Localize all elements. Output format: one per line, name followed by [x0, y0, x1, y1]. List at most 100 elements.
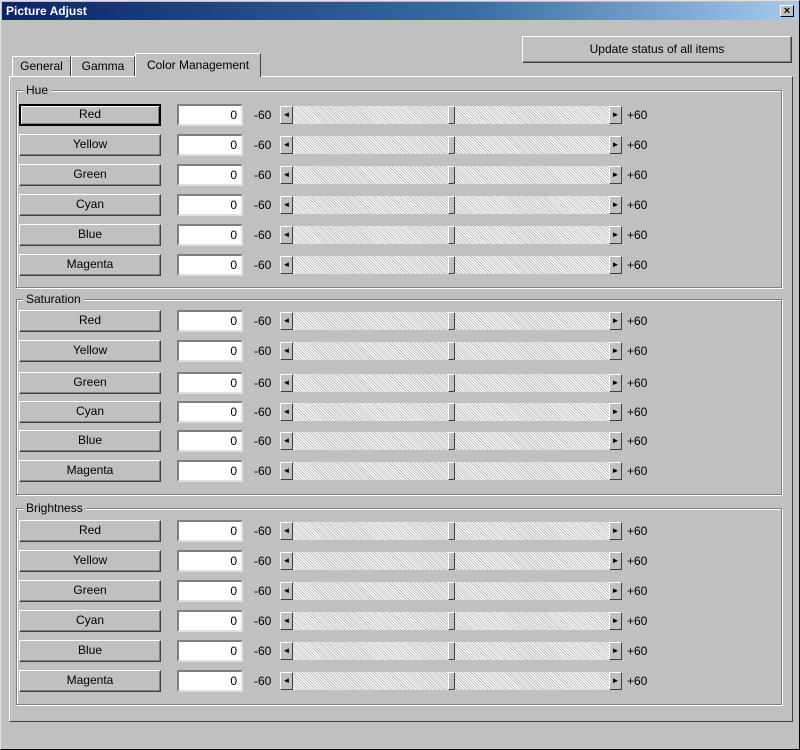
saturation-green-button[interactable]: Green: [19, 372, 161, 394]
brightness-cyan-slider-right-arrow[interactable]: ►: [609, 612, 622, 630]
brightness-cyan-value-field[interactable]: 0: [177, 610, 243, 632]
brightness-cyan-slider-left-arrow[interactable]: ◄: [280, 612, 293, 630]
saturation-green-slider[interactable]: ◄ ►: [280, 374, 622, 392]
saturation-magenta-slider-right-arrow[interactable]: ►: [609, 462, 622, 480]
hue-red-slider-left-arrow[interactable]: ◄: [280, 106, 293, 124]
hue-blue-value-field[interactable]: 0: [177, 224, 243, 246]
brightness-red-button[interactable]: Red: [19, 520, 161, 542]
tab-gamma[interactable]: Gamma: [71, 56, 135, 76]
brightness-yellow-button[interactable]: Yellow: [19, 550, 161, 572]
title-bar[interactable]: Picture Adjust ×: [2, 2, 798, 20]
saturation-green-slider-left-arrow[interactable]: ◄: [280, 374, 293, 392]
hue-yellow-slider-right-arrow[interactable]: ►: [609, 136, 622, 154]
hue-yellow-value-field[interactable]: 0: [177, 134, 243, 156]
hue-blue-slider[interactable]: ◄ ►: [280, 226, 622, 244]
brightness-green-slider[interactable]: ◄ ►: [280, 582, 622, 600]
hue-cyan-button[interactable]: Cyan: [19, 194, 161, 216]
hue-magenta-slider-right-arrow[interactable]: ►: [609, 256, 622, 274]
saturation-blue-slider-thumb[interactable]: [447, 432, 455, 450]
brightness-yellow-slider-right-arrow[interactable]: ►: [609, 552, 622, 570]
brightness-yellow-slider-thumb[interactable]: [447, 552, 455, 570]
hue-magenta-slider[interactable]: ◄ ►: [280, 256, 622, 274]
hue-magenta-value-field[interactable]: 0: [177, 254, 243, 276]
hue-green-slider-right-arrow[interactable]: ►: [609, 166, 622, 184]
hue-cyan-slider-left-arrow[interactable]: ◄: [280, 196, 293, 214]
brightness-green-value-field[interactable]: 0: [177, 580, 243, 602]
brightness-red-slider[interactable]: ◄ ►: [280, 522, 622, 540]
hue-blue-slider-left-arrow[interactable]: ◄: [280, 226, 293, 244]
hue-yellow-slider[interactable]: ◄ ►: [280, 136, 622, 154]
hue-red-slider-thumb[interactable]: [447, 106, 455, 124]
brightness-yellow-slider[interactable]: ◄ ►: [280, 552, 622, 570]
saturation-yellow-slider[interactable]: ◄ ►: [280, 342, 622, 360]
hue-yellow-slider-left-arrow[interactable]: ◄: [280, 136, 293, 154]
saturation-magenta-value-field[interactable]: 0: [177, 460, 243, 482]
brightness-red-slider-thumb[interactable]: [447, 522, 455, 540]
saturation-yellow-slider-left-arrow[interactable]: ◄: [280, 342, 293, 360]
saturation-green-slider-thumb[interactable]: [447, 374, 455, 392]
saturation-red-slider-left-arrow[interactable]: ◄: [280, 312, 293, 330]
saturation-yellow-slider-thumb[interactable]: [447, 342, 455, 360]
saturation-cyan-slider[interactable]: ◄ ►: [280, 403, 622, 421]
brightness-green-slider-right-arrow[interactable]: ►: [609, 582, 622, 600]
brightness-magenta-slider-thumb[interactable]: [447, 672, 455, 690]
saturation-magenta-slider-left-arrow[interactable]: ◄: [280, 462, 293, 480]
saturation-cyan-slider-thumb[interactable]: [447, 403, 455, 421]
hue-magenta-slider-left-arrow[interactable]: ◄: [280, 256, 293, 274]
saturation-yellow-button[interactable]: Yellow: [19, 340, 161, 362]
saturation-blue-slider[interactable]: ◄ ►: [280, 432, 622, 450]
brightness-cyan-slider-thumb[interactable]: [447, 612, 455, 630]
saturation-magenta-slider[interactable]: ◄ ►: [280, 462, 622, 480]
brightness-red-slider-left-arrow[interactable]: ◄: [280, 522, 293, 540]
hue-red-slider-right-arrow[interactable]: ►: [609, 106, 622, 124]
saturation-red-slider[interactable]: ◄ ►: [280, 312, 622, 330]
saturation-red-button[interactable]: Red: [19, 310, 161, 332]
brightness-green-slider-left-arrow[interactable]: ◄: [280, 582, 293, 600]
tab-general[interactable]: General: [12, 56, 71, 76]
brightness-cyan-button[interactable]: Cyan: [19, 610, 161, 632]
saturation-magenta-slider-thumb[interactable]: [447, 462, 455, 480]
hue-blue-slider-thumb[interactable]: [447, 226, 455, 244]
hue-green-slider[interactable]: ◄ ►: [280, 166, 622, 184]
brightness-blue-slider[interactable]: ◄ ►: [280, 642, 622, 660]
brightness-magenta-button[interactable]: Magenta: [19, 670, 161, 692]
brightness-blue-value-field[interactable]: 0: [177, 640, 243, 662]
saturation-cyan-value-field[interactable]: 0: [177, 401, 243, 423]
brightness-yellow-value-field[interactable]: 0: [177, 550, 243, 572]
saturation-magenta-button[interactable]: Magenta: [19, 460, 161, 482]
close-button[interactable]: ×: [780, 5, 794, 17]
saturation-blue-value-field[interactable]: 0: [177, 430, 243, 452]
saturation-red-slider-thumb[interactable]: [447, 312, 455, 330]
saturation-cyan-slider-left-arrow[interactable]: ◄: [280, 403, 293, 421]
brightness-red-value-field[interactable]: 0: [177, 520, 243, 542]
hue-magenta-slider-thumb[interactable]: [447, 256, 455, 274]
hue-green-value-field[interactable]: 0: [177, 164, 243, 186]
hue-magenta-button[interactable]: Magenta: [19, 254, 161, 276]
brightness-green-slider-thumb[interactable]: [447, 582, 455, 600]
saturation-red-slider-right-arrow[interactable]: ►: [609, 312, 622, 330]
brightness-blue-slider-thumb[interactable]: [447, 642, 455, 660]
saturation-red-value-field[interactable]: 0: [177, 310, 243, 332]
saturation-yellow-value-field[interactable]: 0: [177, 340, 243, 362]
brightness-cyan-slider[interactable]: ◄ ►: [280, 612, 622, 630]
hue-blue-button[interactable]: Blue: [19, 224, 161, 246]
saturation-green-slider-right-arrow[interactable]: ►: [609, 374, 622, 392]
saturation-blue-slider-right-arrow[interactable]: ►: [609, 432, 622, 450]
hue-green-slider-left-arrow[interactable]: ◄: [280, 166, 293, 184]
hue-cyan-value-field[interactable]: 0: [177, 194, 243, 216]
saturation-blue-slider-left-arrow[interactable]: ◄: [280, 432, 293, 450]
brightness-red-slider-right-arrow[interactable]: ►: [609, 522, 622, 540]
brightness-green-button[interactable]: Green: [19, 580, 161, 602]
brightness-magenta-slider[interactable]: ◄ ►: [280, 672, 622, 690]
hue-cyan-slider[interactable]: ◄ ►: [280, 196, 622, 214]
saturation-cyan-button[interactable]: Cyan: [19, 401, 161, 423]
saturation-yellow-slider-right-arrow[interactable]: ►: [609, 342, 622, 360]
hue-red-button[interactable]: Red: [19, 104, 161, 126]
saturation-green-value-field[interactable]: 0: [177, 372, 243, 394]
update-status-button[interactable]: Update status of all items: [522, 36, 792, 63]
hue-green-slider-thumb[interactable]: [447, 166, 455, 184]
brightness-yellow-slider-left-arrow[interactable]: ◄: [280, 552, 293, 570]
brightness-magenta-value-field[interactable]: 0: [177, 670, 243, 692]
hue-yellow-button[interactable]: Yellow: [19, 134, 161, 156]
hue-red-value-field[interactable]: 0: [177, 104, 243, 126]
